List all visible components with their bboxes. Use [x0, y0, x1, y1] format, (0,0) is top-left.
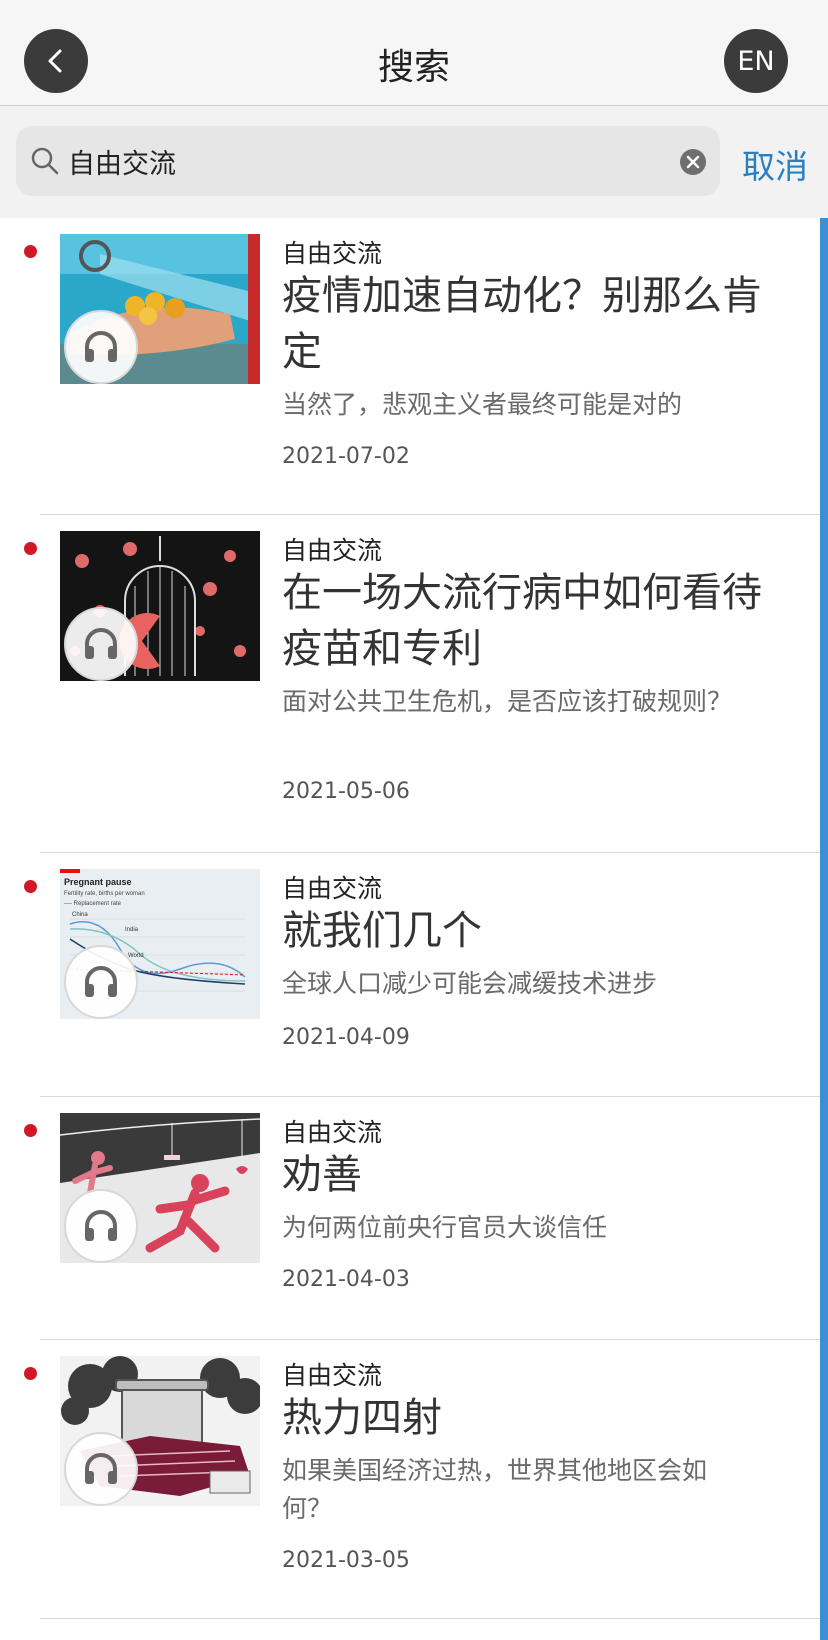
article-category: 自由交流 [282, 536, 383, 565]
article-date: 2021-03-05 [282, 1548, 410, 1573]
headphones-icon [85, 1453, 117, 1484]
divider [40, 1618, 820, 1619]
headphones-icon [85, 1210, 117, 1241]
audio-badge[interactable] [64, 1189, 138, 1263]
article-thumbnail[interactable] [60, 1113, 260, 1263]
headphones-icon [85, 628, 117, 659]
article-summary: 如果美国经济过热，世界其他地区会如何？ [282, 1456, 708, 1523]
article-thumbnail[interactable] [60, 234, 260, 384]
article-date: 2021-05-06 [282, 779, 410, 804]
top-nav-bar: 搜索 EN [0, 0, 828, 106]
article-date: 2021-04-09 [282, 1025, 410, 1050]
list-item[interactable]: 自由交流 疫情加速自动化？别那么肯定 当然了，悲观主义者最终可能是对的 2021… [0, 218, 820, 514]
chart-subtitle-text: Fertility rate, births per woman [64, 891, 145, 897]
article-summary: 为何两位前央行官员大谈信任 [282, 1213, 608, 1242]
article-thumbnail[interactable]: Pregnant pause Fertility rate, births pe… [60, 869, 260, 1019]
list-item[interactable]: Pregnant pause Fertility rate, births pe… [0, 853, 820, 1096]
article-category: 自由交流 [282, 874, 383, 903]
search-results-list: 自由交流 疫情加速自动化？别那么肯定 当然了，悲观主义者最终可能是对的 2021… [0, 218, 828, 1640]
chart-label-text: China [72, 912, 88, 918]
article-category: 自由交流 [282, 1361, 383, 1390]
list-item[interactable]: 自由交流 在一场大流行病中如何看待疫苗和专利 面对公共卫生危机，是否应该打破规则… [0, 515, 820, 852]
article-summary: 全球人口减少可能会减缓技术进步 [282, 969, 658, 998]
article-date: 2021-07-02 [282, 444, 410, 469]
chart-label-text: World [128, 953, 144, 959]
headphones-icon [85, 331, 117, 362]
audio-badge[interactable] [64, 310, 138, 384]
search-icon [31, 147, 59, 175]
article-date: 2021-04-03 [282, 1267, 410, 1292]
article-thumbnail[interactable] [60, 531, 260, 681]
article-title[interactable]: 在一场大流行病中如何看待疫苗和专利 [282, 565, 782, 677]
unread-dot [24, 1124, 37, 1137]
search-bar: 取消 [0, 106, 828, 218]
unread-dot [24, 1367, 37, 1380]
search-input[interactable] [68, 136, 668, 186]
language-toggle-button[interactable]: EN [724, 29, 788, 93]
article-title[interactable]: 疫情加速自动化？别那么肯定 [282, 268, 782, 380]
chart-label-text: India [125, 927, 139, 933]
page-title: 搜索 [377, 47, 450, 88]
list-item[interactable]: 自由交流 劝善 为何两位前央行官员大谈信任 2021-04-03 [0, 1097, 820, 1339]
clear-icon [686, 155, 700, 169]
search-field[interactable] [16, 126, 720, 196]
article-thumbnail[interactable] [60, 1356, 260, 1506]
article-summary: 面对公共卫生危机，是否应该打破规则？ [282, 687, 733, 716]
article-title[interactable]: 就我们几个 [282, 903, 782, 959]
unread-dot [24, 880, 37, 893]
headphones-icon [85, 966, 117, 997]
article-title[interactable]: 热力四射 [282, 1390, 782, 1446]
unread-dot [24, 245, 37, 258]
audio-badge[interactable] [64, 945, 138, 1019]
audio-badge[interactable] [64, 1432, 138, 1506]
article-category: 自由交流 [282, 1118, 383, 1147]
scrollbar[interactable] [820, 218, 828, 1640]
article-category: 自由交流 [282, 239, 383, 268]
unread-dot [24, 542, 37, 555]
audio-badge[interactable] [64, 607, 138, 681]
chart-legend-text: ---- Replacement rate [64, 901, 122, 907]
list-item[interactable]: 自由交流 热力四射 如果美国经济过热，世界其他地区会如何？ 2021-03-05 [0, 1340, 820, 1620]
chart-title-text: Pregnant pause [64, 877, 132, 887]
clear-search-button[interactable] [680, 149, 706, 175]
article-title[interactable]: 劝善 [282, 1147, 782, 1203]
article-summary: 当然了，悲观主义者最终可能是对的 [282, 390, 683, 419]
cancel-button[interactable]: 取消 [742, 140, 808, 188]
